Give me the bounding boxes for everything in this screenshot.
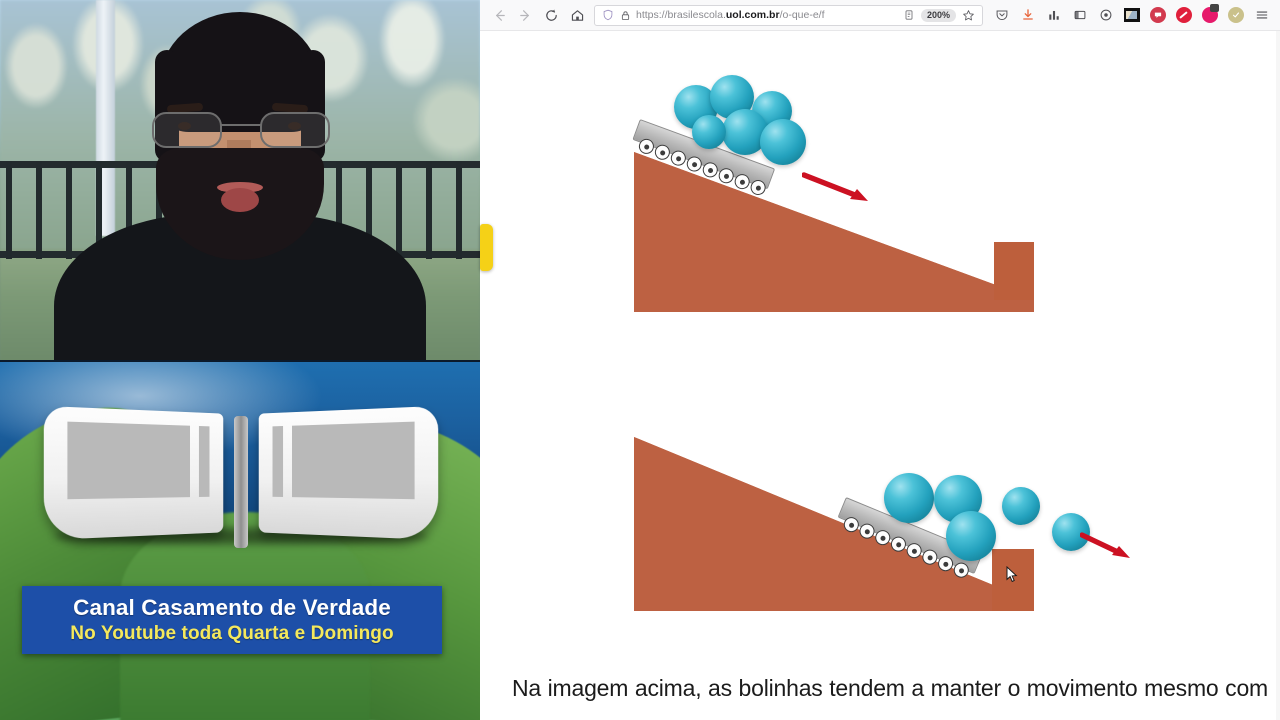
sidebar-icon[interactable] — [1067, 2, 1092, 28]
motion-arrow-2 — [1080, 532, 1130, 558]
webcam-person-mouth — [221, 188, 259, 212]
pocket-icon[interactable] — [989, 2, 1014, 28]
account-icon[interactable] — [1093, 2, 1118, 28]
downloads-icon[interactable] — [1015, 2, 1040, 28]
article-paragraph: Na imagem acima, as bolinhas tendem a ma… — [512, 675, 1268, 720]
shield-icon[interactable] — [602, 9, 614, 21]
toolbar-icon-group — [989, 2, 1274, 28]
sidebar-handle[interactable] — [480, 224, 493, 271]
page-content: Na imagem acima, as bolinhas tendem a ma… — [498, 31, 1268, 720]
figure-cart-stopped — [634, 429, 1134, 619]
channel-banner-subtitle: No Youtube toda Quarta e Domingo — [70, 623, 394, 644]
open-book-icon — [43, 405, 439, 550]
channel-banner-title: Canal Casamento de Verdade — [73, 595, 391, 620]
forward-button[interactable] — [512, 2, 538, 28]
address-bar[interactable]: https://brasilescola.uol.com.br/o-que-e/… — [594, 4, 983, 26]
browser-toolbar: https://brasilescola.uol.com.br/o-que-e/… — [480, 0, 1280, 31]
reader-view-icon[interactable] — [903, 9, 915, 21]
extension-olive-icon[interactable] — [1223, 2, 1248, 28]
lock-icon[interactable] — [620, 10, 631, 21]
mouse-cursor — [1006, 566, 1018, 583]
library-icon[interactable] — [1041, 2, 1066, 28]
channel-banner: Canal Casamento de Verdade No Youtube to… — [22, 586, 442, 654]
url-text[interactable]: https://brasilescola.uol.com.br/o-que-e/… — [636, 6, 900, 25]
extension-image-icon[interactable] — [1119, 2, 1144, 28]
browser-window: https://brasilescola.uol.com.br/o-que-e/… — [480, 0, 1280, 720]
figure-cart-moving — [632, 67, 1054, 312]
left-column: Canal Casamento de Verdade No Youtube to… — [0, 0, 480, 720]
page-right-edge — [1276, 31, 1280, 720]
extension-red-icon[interactable] — [1171, 2, 1196, 28]
webcam-video[interactable] — [0, 0, 480, 362]
screen: Canal Casamento de Verdade No Youtube to… — [0, 0, 1280, 720]
channel-branding-card: Canal Casamento de Verdade No Youtube to… — [0, 362, 480, 720]
app-menu-icon[interactable] — [1249, 2, 1274, 28]
extension-pink-icon[interactable] — [1197, 2, 1222, 28]
home-button[interactable] — [564, 2, 590, 28]
extension-chat-icon[interactable] — [1145, 2, 1170, 28]
back-button[interactable] — [486, 2, 512, 28]
page-viewport[interactable]: Na imagem acima, as bolinhas tendem a ma… — [480, 31, 1280, 720]
motion-arrow-1 — [802, 172, 868, 201]
reload-button[interactable] — [538, 2, 564, 28]
zoom-level-badge[interactable]: 200% — [920, 8, 956, 22]
bookmark-star-icon[interactable] — [962, 9, 975, 22]
